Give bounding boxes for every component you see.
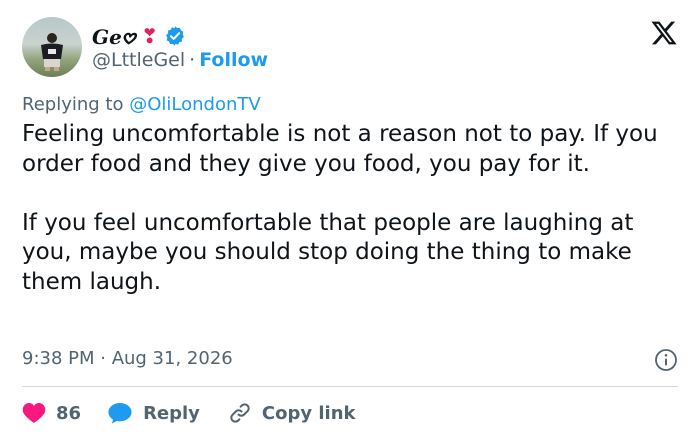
tweet-paragraph: Feeling uncomfortable is not a reason no… <box>22 121 658 177</box>
copy-link-label: Copy link <box>261 402 356 424</box>
tweet-actions: 86 Reply Copy link <box>22 398 356 428</box>
heart-icon <box>22 403 46 423</box>
tweet-text: Feeling uncomfortable is not a reason no… <box>22 120 682 297</box>
tweet-paragraph: If you feel uncomfortable that people ar… <box>22 209 634 295</box>
x-logo-icon[interactable] <box>650 19 678 47</box>
separator-dot: · <box>189 49 196 71</box>
link-icon <box>230 403 250 423</box>
copy-link-button[interactable]: Copy link <box>228 401 356 425</box>
author-handle-row: @LttleGel · Follow <box>92 49 268 71</box>
author-display-name[interactable]: Ge𖹭 <box>92 23 135 50</box>
info-icon[interactable] <box>654 348 678 372</box>
like-count: 86 <box>56 402 82 424</box>
heart-emoji-icon: ❣ <box>141 24 158 48</box>
reply-button[interactable]: Reply <box>107 401 200 425</box>
speech-bubble-icon <box>108 403 132 424</box>
reply-context: Replying to @OliLondonTV <box>22 94 261 115</box>
reply-mention-link[interactable]: @OliLondonTV <box>129 94 260 115</box>
avatar-photo <box>41 33 63 71</box>
divider <box>22 386 678 387</box>
reply-context-prefix: Replying to <box>22 94 124 115</box>
follow-button[interactable]: Follow <box>199 49 268 71</box>
tweet-timestamp[interactable]: 9:38 PM · Aug 31, 2026 <box>22 348 233 369</box>
author-handle[interactable]: @LttleGel <box>92 49 185 71</box>
author-name-row: Ge𖹭 ❣ <box>92 22 186 50</box>
verified-badge-icon <box>166 26 184 46</box>
avatar[interactable] <box>22 17 82 77</box>
reply-label: Reply <box>143 402 200 424</box>
like-button[interactable]: 86 <box>22 402 81 424</box>
